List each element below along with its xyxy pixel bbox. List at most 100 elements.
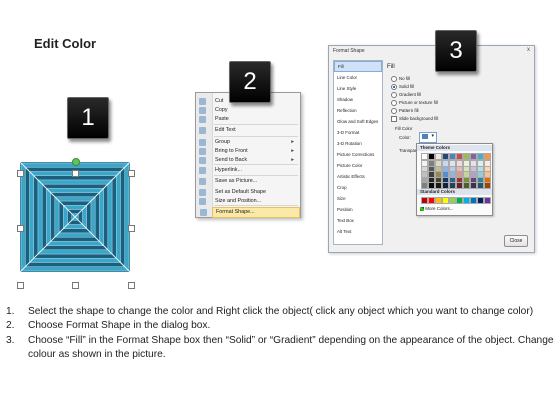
- color-swatch[interactable]: [477, 153, 484, 160]
- fill-option-label: Picture or texture fill: [399, 100, 438, 106]
- menu-item-icon: [199, 107, 206, 114]
- nav-item[interactable]: Size: [334, 193, 382, 204]
- instruction-step: 1. Select the shape to change the color …: [6, 305, 556, 319]
- color-swatch[interactable]: [484, 153, 491, 160]
- nav-item[interactable]: Picture Corrections: [334, 149, 382, 160]
- menu-item-label: Hyperlink...: [215, 167, 242, 173]
- color-swatch[interactable]: [442, 153, 449, 160]
- chevron-down-icon: ▾: [431, 133, 434, 139]
- step-badge: 2: [229, 61, 271, 103]
- menu-item[interactable]: Set as Default Shape: [199, 188, 300, 197]
- nav-item[interactable]: Alt Text: [334, 226, 382, 237]
- color-swatch[interactable]: [435, 153, 442, 160]
- menu-item[interactable]: Bring to Front ▸: [199, 147, 300, 156]
- menu-item[interactable]: Copy: [199, 106, 300, 115]
- menu-item-icon: [199, 189, 206, 196]
- color-swatch[interactable]: [477, 182, 484, 190]
- color-swatch[interactable]: [435, 197, 442, 204]
- radio-button[interactable]: [391, 92, 397, 98]
- resize-handle[interactable]: [72, 170, 79, 177]
- color-swatch[interactable]: [449, 182, 456, 190]
- pyramid-shape[interactable]: [19, 161, 131, 273]
- menu-item[interactable]: Group ▸: [199, 138, 300, 147]
- fill-option[interactable]: Slide background fill: [391, 116, 438, 122]
- close-button[interactable]: Close: [504, 235, 528, 247]
- more-colors-link[interactable]: More Colors...: [420, 206, 454, 211]
- menu-item[interactable]: Edit Text: [199, 126, 300, 135]
- menu-item-label: Copy: [215, 107, 228, 113]
- nav-item[interactable]: Line Color: [334, 72, 382, 83]
- color-swatch[interactable]: [421, 197, 428, 204]
- menu-separator: [214, 205, 298, 206]
- resize-handle[interactable]: [128, 170, 135, 177]
- color-swatch[interactable]: [428, 182, 435, 190]
- color-swatch[interactable]: [435, 182, 442, 190]
- color-swatch[interactable]: [428, 197, 435, 204]
- color-swatch[interactable]: [463, 182, 470, 190]
- radio-button[interactable]: [391, 100, 397, 106]
- resize-handle[interactable]: [17, 225, 24, 232]
- resize-handle[interactable]: [128, 282, 135, 289]
- rotate-handle[interactable]: [72, 158, 80, 166]
- menu-item[interactable]: Hyperlink...: [199, 166, 300, 175]
- color-swatch[interactable]: [456, 153, 463, 160]
- nav-item[interactable]: Text Box: [334, 215, 382, 226]
- fill-option[interactable]: Pattern fill: [391, 108, 419, 114]
- resize-handle[interactable]: [17, 170, 24, 177]
- fill-option[interactable]: Solid fill: [391, 84, 414, 90]
- resize-handle[interactable]: [128, 225, 135, 232]
- resize-handle[interactable]: [17, 282, 24, 289]
- color-swatch[interactable]: [463, 197, 470, 204]
- fill-option[interactable]: No fill: [391, 76, 410, 82]
- nav-item[interactable]: Crop: [334, 182, 382, 193]
- close-icon[interactable]: x: [527, 47, 530, 53]
- menu-separator: [214, 124, 298, 125]
- color-swatch[interactable]: [421, 182, 428, 190]
- color-swatch[interactable]: [456, 182, 463, 190]
- nav-item[interactable]: 3-D Format: [334, 127, 382, 138]
- nav-item[interactable]: Reflection: [334, 105, 382, 116]
- resize-handle[interactable]: [72, 282, 79, 289]
- radio-button[interactable]: [391, 84, 397, 90]
- nav-item[interactable]: Picture Color: [334, 160, 382, 171]
- fill-option[interactable]: Gradient fill: [391, 92, 421, 98]
- fill-option[interactable]: Picture or texture fill: [391, 100, 438, 106]
- nav-item[interactable]: 3-D Rotation: [334, 138, 382, 149]
- nav-item[interactable]: Artistic Effects: [334, 171, 382, 182]
- color-swatch[interactable]: [470, 153, 477, 160]
- checkbox[interactable]: [391, 116, 397, 122]
- radio-button[interactable]: [391, 76, 397, 82]
- color-swatch[interactable]: [456, 197, 463, 204]
- color-swatch[interactable]: [484, 182, 491, 190]
- color-swatch[interactable]: [477, 197, 484, 204]
- radio-button[interactable]: [391, 108, 397, 114]
- nav-item[interactable]: Shadow: [334, 94, 382, 105]
- step-text: Choose Format Shape in the dialog box.: [28, 320, 211, 332]
- color-swatch[interactable]: [463, 153, 470, 160]
- nav-item[interactable]: Position: [334, 204, 382, 215]
- color-swatch[interactable]: [428, 153, 435, 160]
- nav-item[interactable]: Fill: [334, 61, 382, 72]
- menu-item[interactable]: Paste: [199, 115, 300, 124]
- menu-item[interactable]: Save as Picture...: [199, 177, 300, 186]
- step-badge: 3: [435, 30, 477, 72]
- color-swatch[interactable]: [442, 197, 449, 204]
- color-swatch[interactable]: [484, 197, 491, 204]
- color-picker-button[interactable]: ▾: [419, 132, 437, 143]
- color-swatch[interactable]: [470, 197, 477, 204]
- nav-item[interactable]: Line Style: [334, 83, 382, 94]
- step-text: Choose “Fill” in the Format Shape box th…: [28, 334, 554, 360]
- color-swatch[interactable]: [442, 182, 449, 190]
- chevron-right-icon: ▸: [291, 148, 294, 154]
- paint-bucket-icon: [422, 134, 428, 139]
- menu-separator: [214, 136, 298, 137]
- menu-item-label: Send to Back: [215, 157, 248, 163]
- color-swatch[interactable]: [421, 153, 428, 160]
- color-swatch[interactable]: [449, 197, 456, 204]
- instruction-step: 3. Choose “Fill” in the Format Shape box…: [6, 334, 556, 363]
- menu-item-icon: [199, 98, 206, 105]
- color-swatch[interactable]: [449, 153, 456, 160]
- nav-item[interactable]: Glow and Soft Edges: [334, 116, 382, 127]
- color-swatch[interactable]: [470, 182, 477, 190]
- menu-item[interactable]: Format Shape...: [200, 207, 300, 218]
